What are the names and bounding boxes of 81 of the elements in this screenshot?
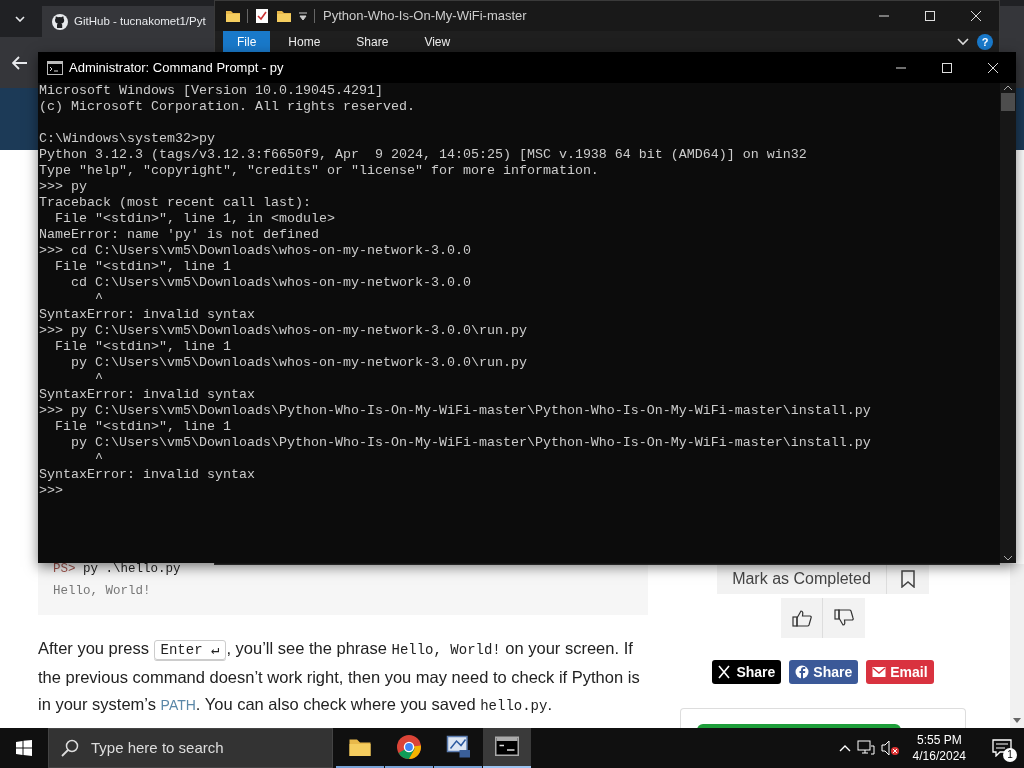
network-icon[interactable]: [856, 740, 875, 756]
monitor-icon: [446, 735, 470, 759]
mark-completed-button[interactable]: Mark as Completed: [717, 564, 929, 594]
f-logo-icon: [795, 665, 810, 679]
browser-icon: [397, 735, 421, 759]
folder-icon[interactable]: [276, 8, 292, 24]
scrollbar[interactable]: [1000, 83, 1016, 563]
bookmark-icon: [901, 570, 915, 588]
scroll-thumb[interactable]: [1001, 93, 1015, 111]
help-button[interactable]: ?: [977, 34, 993, 50]
windows-logo-icon: [16, 740, 32, 756]
thumbs-up-icon: [791, 609, 812, 627]
console-line: ^: [94, 451, 104, 467]
folder-icon[interactable]: [225, 8, 241, 24]
code-line: Hello, World!: [53, 583, 152, 599]
taskbar-button[interactable]: [483, 728, 531, 768]
clock-date: 4/16/2024: [912, 748, 966, 764]
search-icon: [61, 739, 79, 757]
console-line: >>> py C:\Users\vm5\Downloads\Python-Who-Is-On-My-WiFi-master\Python-Who-Is-On-My-WiFi-master\install.py: [39, 403, 872, 419]
console-line: py C:\Users\vm5\Downloads\whos-on-my-network-3.0.0\run.py: [70, 355, 528, 371]
console-line: SyntaxError: invalid syntax: [39, 467, 256, 483]
cat-logo-icon: [52, 13, 68, 30]
envelope-icon: [872, 665, 887, 679]
console-line: >>> py C:\Users\vm5\Downloads\whos-on-my-network-3.0.0\run.py: [39, 323, 528, 339]
thumbs-up-button[interactable]: [781, 598, 823, 638]
console-line: File "<stdin>", line 1: [54, 259, 232, 275]
scroll-down-icon: [1003, 555, 1013, 561]
email-button[interactable]: Email: [866, 660, 934, 684]
thumbs-down-icon: [834, 609, 854, 627]
ribbon-tab[interactable]: View: [406, 31, 469, 53]
console-line: File "<stdin>", line 1: [54, 339, 232, 355]
console-line: py C:\Users\vm5\Downloads\Python-Who-Is-On-My-WiFi-master\Python-Who-Is-On-My-WiFi-master\install.py: [70, 435, 872, 451]
close-icon: [988, 62, 998, 73]
console-line: >>> py: [39, 179, 88, 195]
console-line: Type "help", "copyright", "credits" or "license" for more information.: [39, 163, 600, 179]
back-arrow-icon: [12, 55, 28, 70]
code-line: PS> py .\hello.py: [53, 561, 182, 577]
console-line: C:\Windows\system32>py: [39, 131, 216, 147]
console-line: Python 3.12.3 (tags/v3.12.3:f6650f9, Apr 9 2024, 14:05:25) [MSC v.1938 64 bit (AMD64)] on win32: [39, 147, 808, 163]
scrollbar[interactable]: [1010, 564, 1024, 728]
scroll-up-icon: [1003, 85, 1013, 91]
console-line: Traceback (most recent call last):: [39, 195, 312, 211]
console-line: NameError: name 'py' is not defined: [39, 227, 320, 243]
console-icon: [47, 60, 63, 75]
search-field[interactable]: Type here to search: [48, 728, 333, 768]
terminal-icon: [495, 735, 519, 759]
console-line: ^: [94, 371, 104, 387]
maximize-icon: [942, 62, 952, 73]
paragraph: After you press Enter ↵ , you’ll see the phrase Hello, World! on your screen. If the previous command doesn’t work right, then you may need to check if Python is in your system’s PATH. You can also check where you saved hello.py.: [38, 638, 641, 716]
ribbon-tab[interactable]: Home: [270, 31, 339, 53]
window-title: Python-Who-Is-On-My-WiFi-master: [323, 7, 528, 26]
console-line: ^: [94, 291, 104, 307]
console-line: >>>: [39, 483, 64, 499]
ribbon-tab[interactable]: File: [223, 31, 271, 53]
share-button[interactable]: Share: [712, 660, 782, 684]
close-icon: [971, 11, 981, 21]
scroll-down-icon: [1010, 716, 1024, 724]
console-line: SyntaxError: invalid syntax: [39, 387, 256, 403]
checklist-icon[interactable]: [254, 8, 270, 24]
dropdown-icon[interactable]: [298, 11, 308, 21]
console-line: >>> cd C:\Users\vm5\Downloads\whos-on-my-network-3.0.0: [39, 243, 472, 259]
console-line: (c) Microsoft Corporation. All rights reserved.: [39, 99, 416, 115]
message-icon: [992, 739, 1012, 757]
expand-chevron-icon[interactable]: [957, 38, 969, 46]
console-line: File "<stdin>", line 1, in <module>: [54, 211, 336, 227]
maximize-icon: [925, 11, 935, 21]
chevron-down-icon: [15, 15, 25, 22]
share-button[interactable]: Share: [789, 660, 859, 684]
console-line: Microsoft Windows [Version 10.0.19045.4291]: [39, 83, 384, 99]
x-logo-icon: [718, 665, 733, 679]
tab-title: GitHub - tucnakomet1/Pyt: [74, 13, 206, 29]
chevron-up-icon[interactable]: [838, 744, 851, 752]
window-title: Administrator: Command Prompt - py: [69, 58, 285, 77]
clock-time: 5:55 PM: [915, 732, 963, 748]
muted-speaker-icon[interactable]: [880, 740, 899, 756]
thumbs-down-button[interactable]: [823, 598, 865, 638]
notifications-button[interactable]: 1: [980, 728, 1024, 768]
console-line: SyntaxError: invalid syntax: [39, 307, 256, 323]
console-line: cd C:\Users\vm5\Downloads\whos-on-my-network-3.0.0: [70, 275, 472, 291]
console-line: File "<stdin>", line 1: [54, 419, 232, 435]
ribbon-tab[interactable]: Share: [338, 31, 407, 53]
